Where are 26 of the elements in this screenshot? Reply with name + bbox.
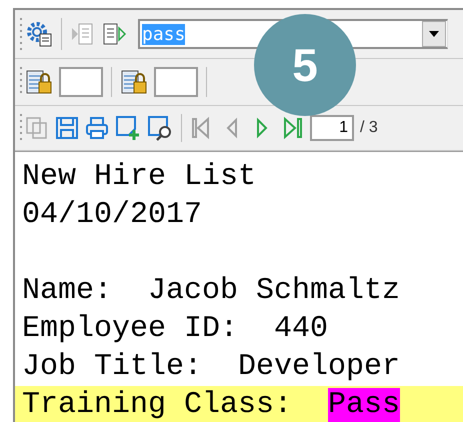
page-total: / 3 <box>360 119 378 137</box>
settings-icon[interactable] <box>25 20 53 48</box>
field-label: Employee ID: <box>22 312 238 346</box>
field-label: Name: <box>22 274 112 308</box>
field-value: Jacob Schmaltz <box>148 274 400 308</box>
print-icon[interactable] <box>85 116 109 140</box>
locked-table-icon[interactable] <box>120 68 148 96</box>
report-text: 04/10/2017 <box>22 198 202 232</box>
field-value: Developer <box>238 350 400 384</box>
copy-icon[interactable] <box>25 116 49 140</box>
search-note-icon[interactable] <box>147 115 173 141</box>
input-field[interactable] <box>59 67 103 97</box>
field-value: 440 <box>274 312 328 346</box>
field-label: Training Class: <box>22 388 292 422</box>
dropdown-button[interactable] <box>422 21 446 47</box>
caret-icon <box>429 31 439 37</box>
find-next-icon[interactable] <box>102 21 128 47</box>
save-icon[interactable] <box>55 116 79 140</box>
search-text: pass <box>142 24 186 44</box>
page-number-field[interactable]: 1 <box>310 115 354 141</box>
report-text: New Hire List <box>22 160 256 194</box>
locked-list-icon[interactable] <box>25 68 53 96</box>
add-note-icon[interactable] <box>115 115 141 141</box>
field-label: Job Title: <box>22 350 202 384</box>
field-value: Pass <box>328 388 400 422</box>
input-field[interactable] <box>154 67 198 97</box>
